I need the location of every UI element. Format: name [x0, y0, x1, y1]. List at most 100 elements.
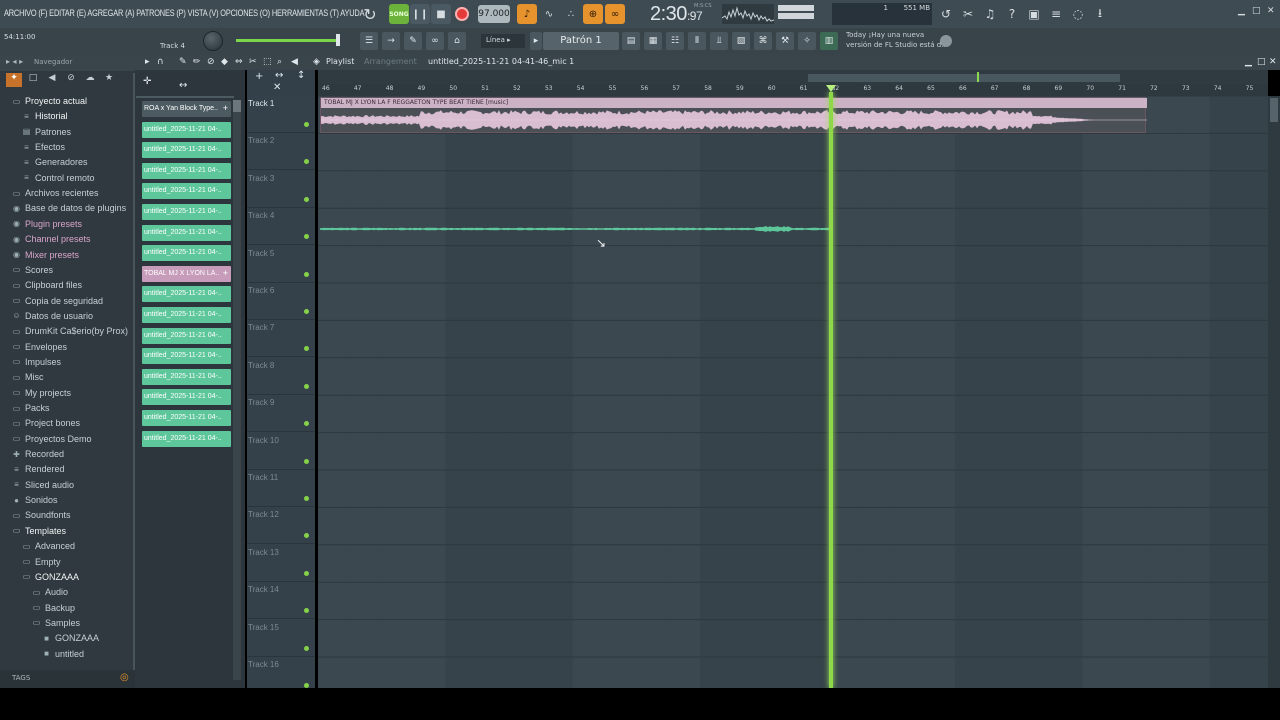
- delete-tool-icon[interactable]: ⊘: [207, 57, 215, 67]
- track-active-led[interactable]: [304, 383, 309, 389]
- track-header[interactable]: Track 12: [247, 507, 315, 545]
- browser-item[interactable]: ▤ Patrones: [22, 127, 71, 137]
- track-header[interactable]: Track 3: [247, 171, 315, 208]
- playhead[interactable]: [829, 92, 833, 688]
- pattern-prev-icon[interactable]: ▸: [530, 32, 542, 50]
- browser-item[interactable]: ☺ Datos de usuario: [12, 311, 93, 321]
- pattern-clip[interactable]: untitled_2025-11-21 04-..: [142, 204, 231, 220]
- browser-item[interactable]: ▭ Templates: [12, 526, 66, 536]
- playlist-menu-icon[interactable]: ▸: [145, 57, 150, 67]
- browser-item[interactable]: ✚ Recorded: [12, 449, 64, 459]
- tempo-tapper-icon[interactable]: ▥: [820, 32, 838, 50]
- track-header[interactable]: Track 8: [247, 358, 315, 395]
- track-header[interactable]: Track 14: [247, 582, 315, 620]
- paint-tool-icon[interactable]: ✏: [193, 57, 201, 67]
- pattern-clip[interactable]: untitled_2025-11-21 04-..: [142, 327, 231, 344]
- zoom-tool-icon[interactable]: ⌕: [277, 57, 282, 67]
- track-active-led[interactable]: [304, 196, 309, 202]
- browser-item[interactable]: ▭ Archivos recientes: [12, 188, 99, 198]
- browser-item[interactable]: ▭ Copia de seguridad: [12, 296, 103, 306]
- microphone-icon[interactable]: ♫: [980, 4, 1000, 24]
- browser-menu-arrows-icon[interactable]: ▸ ◂ ▸: [6, 57, 23, 66]
- draw-tool-icon[interactable]: ✎: [179, 57, 187, 67]
- playlist-minimize-icon[interactable]: ▁: [1245, 57, 1252, 67]
- wait-input-button[interactable]: ∿: [539, 4, 559, 24]
- track-active-led[interactable]: [304, 234, 309, 240]
- pattern-clip[interactable]: untitled_2025-11-21 04-..: [142, 348, 231, 365]
- browser-item[interactable]: ≡ Control remoto: [22, 173, 94, 183]
- browser-item[interactable]: ▭ Clipboard files: [12, 280, 82, 290]
- track-header[interactable]: Track 7: [247, 320, 315, 358]
- playhead-marker-icon[interactable]: [826, 85, 836, 92]
- playback-tool-icon[interactable]: ◀: [291, 57, 298, 67]
- pattern-clip[interactable]: untitled_2025-11-21 04-..: [142, 368, 231, 385]
- track-active-led[interactable]: [304, 271, 309, 277]
- mute-tool-icon[interactable]: ◆: [221, 57, 228, 67]
- browser-item[interactable]: ≡ Sliced audio: [12, 480, 74, 490]
- add-track-icon[interactable]: +: [255, 71, 263, 82]
- browser-item[interactable]: ≡ Historial: [22, 111, 67, 121]
- browser-item[interactable]: ● Sonidos: [12, 495, 57, 505]
- track-header[interactable]: Track 10: [247, 433, 315, 470]
- track-active-led[interactable]: [304, 570, 309, 576]
- clip-list-arrows-icon[interactable]: ↔: [179, 80, 187, 91]
- track-active-led[interactable]: [304, 346, 309, 352]
- song-mode-button[interactable]: SONG: [389, 4, 409, 24]
- pencil-icon[interactable]: ✎: [404, 32, 422, 50]
- browser-item[interactable]: ▭ Project bones: [12, 418, 80, 428]
- master-volume-thumb[interactable]: [336, 34, 340, 46]
- magnet-icon[interactable]: ∩: [157, 57, 164, 67]
- play-button[interactable]: ❙❙: [410, 4, 430, 24]
- track-header[interactable]: Track 5: [247, 246, 315, 283]
- browser-item[interactable]: ▭ Misc: [12, 372, 44, 382]
- clip-list-nav-icon[interactable]: ✛: [143, 76, 151, 87]
- track-active-led[interactable]: [304, 645, 309, 651]
- track-header[interactable]: Track 4: [247, 208, 315, 246]
- vertical-scroll-thumb[interactable]: [1270, 98, 1278, 122]
- download-icon[interactable]: ⭳: [1090, 4, 1110, 24]
- snap-selector[interactable]: Línea ▸: [481, 34, 525, 48]
- pattern-clip[interactable]: untitled_2025-11-21 04-..: [142, 389, 231, 406]
- search-icon[interactable]: ◎: [120, 672, 129, 683]
- zoom-vertical-icon[interactable]: ↕: [297, 70, 305, 81]
- chat-icon[interactable]: ◌: [1068, 4, 1088, 24]
- select-tool-icon[interactable]: ⬚: [263, 57, 272, 67]
- pattern-clip[interactable]: untitled_2025-11-21 04-..: [142, 286, 231, 303]
- browser-item[interactable]: ▭ Envelopes: [12, 342, 67, 352]
- track-active-led[interactable]: [304, 122, 309, 127]
- stop-button[interactable]: ■: [431, 4, 451, 24]
- track-active-led[interactable]: [304, 458, 309, 464]
- help-icon[interactable]: ?: [1002, 4, 1022, 24]
- browser-item[interactable]: ▭ DrumKit Ca$erio(by Prox): [12, 326, 128, 336]
- playlist-grid[interactable]: [318, 96, 1268, 688]
- close-icon[interactable]: ✕: [1267, 6, 1275, 16]
- track-active-led[interactable]: [304, 309, 309, 314]
- clip-list-scrollbar[interactable]: [233, 100, 241, 680]
- piano-icon[interactable]: ☰: [360, 32, 378, 50]
- track-active-led[interactable]: [304, 533, 309, 539]
- track-header[interactable]: Track 9: [247, 395, 315, 433]
- piano-roll-icon[interactable]: ▦: [644, 32, 662, 50]
- tempo-display[interactable]: 97.000: [478, 5, 510, 23]
- news-globe-icon[interactable]: [940, 35, 952, 47]
- loop-record-button[interactable]: ∞: [605, 4, 625, 24]
- browser-item[interactable]: ▭ Empty: [22, 557, 61, 567]
- clip-plus-icon[interactable]: +: [223, 103, 228, 113]
- browser-sort-icon[interactable]: ⊘: [63, 73, 79, 87]
- pattern-clip[interactable]: untitled_2025-11-21 04-..: [142, 224, 231, 241]
- pattern-clip[interactable]: untitled_2025-11-21 04-..: [142, 430, 231, 447]
- browser-item[interactable]: ▭ GONZAAA: [22, 572, 79, 582]
- clip-list-scroll-thumb[interactable]: [233, 100, 241, 112]
- main-menu[interactable]: ARCHIVO (F) EDITAR (E) AGREGAR (A) PATRO…: [4, 8, 365, 18]
- playlist-icon[interactable]: ▤: [622, 32, 640, 50]
- browser-item[interactable]: ▭ Backup: [32, 603, 75, 613]
- minimize-icon[interactable]: ▁: [1238, 6, 1245, 16]
- pattern-clip[interactable]: ROA x Yan Block Type.. +: [142, 101, 231, 117]
- zoom-horizontal-icon[interactable]: ↔: [275, 70, 283, 81]
- browser-item[interactable]: ≡ Efectos: [22, 142, 65, 152]
- track-header[interactable]: Track 1: [247, 96, 315, 133]
- track-active-led[interactable]: [304, 496, 309, 501]
- tags-bar[interactable]: TAGS ◎: [0, 670, 135, 688]
- track-header[interactable]: Track 2: [247, 133, 315, 171]
- undo-history-icon[interactable]: ↺: [936, 4, 956, 24]
